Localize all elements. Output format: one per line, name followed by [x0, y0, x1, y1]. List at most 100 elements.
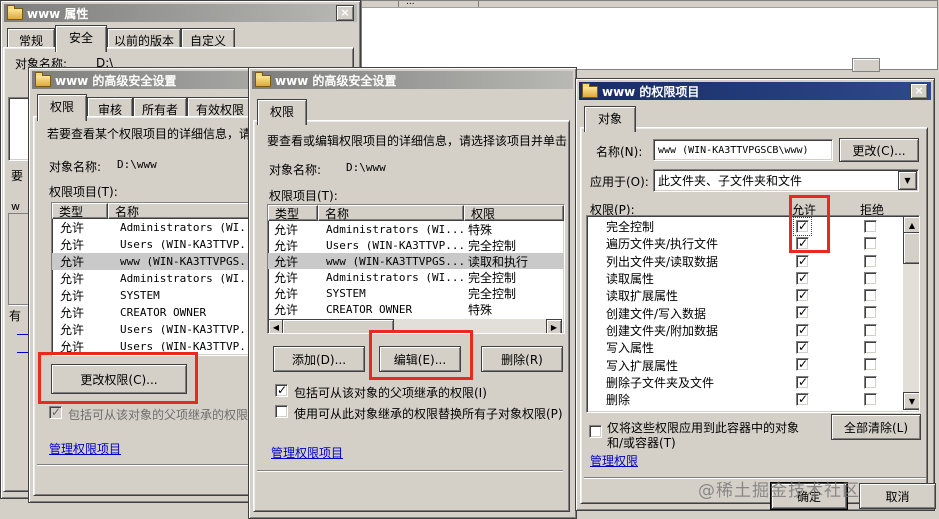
cancel-button[interactable]: 取消	[859, 483, 936, 509]
row-type: 允许	[52, 236, 108, 253]
background-column-label: ...	[406, 1, 415, 7]
tab-object[interactable]: 对象	[584, 106, 636, 132]
clear-all-button[interactable]: 全部清除(L)	[831, 414, 921, 440]
row-type: 允许	[52, 304, 108, 321]
inherit-checkbox[interactable]	[49, 406, 62, 419]
horizontal-scrollbar[interactable]: ◀ ▶	[268, 319, 562, 333]
permissions-list: 完全控制 遍历文件夹/执行文件 列出文件夹/读取数据 读取	[586, 215, 920, 413]
manage-permissions-link[interactable]: 管理权限	[590, 452, 638, 469]
scrollbar-thumb[interactable]	[282, 319, 394, 334]
permission-name: 写入扩展属性	[588, 357, 678, 374]
column-header-type[interactable]: 类型	[268, 205, 318, 221]
advanced2-table-header: 类型 名称 权限	[268, 205, 564, 221]
deny-checkbox[interactable]	[864, 289, 877, 302]
deny-checkbox[interactable]	[864, 220, 877, 233]
change-permissions-button[interactable]: 更改权限(C)...	[51, 364, 187, 394]
close-icon[interactable]: ×	[336, 5, 354, 21]
manage-permission-entries-link[interactable]: 管理权限项目	[49, 440, 121, 457]
allow-checkbox[interactable]	[796, 393, 809, 406]
apply-within-container-checkbox[interactable]	[589, 425, 602, 438]
deny-checkbox[interactable]	[864, 358, 877, 371]
advanced2-object-value: D:\www	[346, 161, 386, 174]
allow-checkbox[interactable]	[796, 324, 809, 337]
permission-name: 删除子文件夹及文件	[588, 374, 714, 391]
table-row[interactable]: 允许 Administrators (WI... 完全控制	[268, 269, 564, 285]
permission-row[interactable]: 创建文件/写入数据	[588, 304, 902, 321]
deny-checkbox[interactable]	[864, 341, 877, 354]
permission-row[interactable]: 完全控制	[588, 218, 902, 235]
allow-checkbox[interactable]	[796, 237, 809, 250]
deny-checkbox[interactable]	[864, 324, 877, 337]
permission-row[interactable]: 删除子文件夹及文件	[588, 374, 902, 391]
allow-checkbox[interactable]	[796, 255, 809, 268]
tab-permissions-1[interactable]: 权限	[37, 94, 87, 121]
deny-checkbox[interactable]	[864, 272, 877, 285]
allow-checkbox[interactable]	[796, 220, 809, 233]
row-name: SYSTEM	[318, 287, 464, 300]
tab-permissions-2[interactable]: 权限	[257, 99, 307, 125]
vertical-scrollbar[interactable]: ▲ ▼	[903, 216, 919, 410]
permission-row[interactable]: 列出文件夹/读取数据	[588, 253, 902, 270]
permissions-rows: 完全控制 遍历文件夹/执行文件 列出文件夹/读取数据 读取	[588, 218, 902, 408]
row-type: 允许	[52, 338, 108, 355]
permission-row[interactable]: 写入扩展属性	[588, 356, 902, 373]
replace-child-permissions-checkbox[interactable]	[275, 405, 288, 418]
entry-title: www 的权限项目	[602, 83, 699, 100]
name-field[interactable]: www (WIN-KA3TTVPGSCB\www)	[653, 139, 833, 161]
apply-within-container-label-line2: 和/或容器(T)	[607, 434, 676, 451]
allow-checkbox[interactable]	[796, 376, 809, 389]
remove-button[interactable]: 删除(R)	[481, 346, 563, 372]
column-header-name[interactable]: 名称	[318, 205, 464, 221]
folder-icon	[582, 86, 598, 98]
permission-row[interactable]: 删除	[588, 391, 902, 408]
edit-button[interactable]: 编辑(E)...	[379, 346, 461, 372]
manage-permission-entries-link[interactable]: 管理权限项目	[271, 444, 343, 461]
inherit-checkbox[interactable]	[275, 384, 288, 397]
deny-checkbox[interactable]	[864, 255, 877, 268]
deny-checkbox[interactable]	[864, 393, 877, 406]
row-type: 允许	[52, 219, 108, 236]
deny-checkbox[interactable]	[864, 237, 877, 250]
close-icon[interactable]: ×	[910, 83, 928, 99]
inherit-checkbox-label: 包括可从该对象的父项继承的权限	[68, 406, 248, 423]
tab-security[interactable]: 安全	[55, 25, 107, 52]
folder-icon	[35, 75, 51, 87]
deny-checkbox[interactable]	[864, 376, 877, 389]
properties-text-fragment: 要	[11, 167, 23, 184]
properties-link-fragment[interactable]	[17, 331, 28, 335]
table-row[interactable]: 允许 CREATOR OWNER 特殊	[268, 301, 564, 317]
apply-to-dropdown[interactable]: 此文件夹、子文件夹和文件 ▼	[653, 169, 919, 192]
advanced1-object-value: D:\www	[117, 158, 157, 171]
row-permission: 完全控制	[464, 269, 564, 286]
add-button[interactable]: 添加(D)...	[273, 346, 365, 372]
column-header-type[interactable]: 类型	[52, 203, 108, 219]
permission-row[interactable]: 读取属性	[588, 270, 902, 287]
table-row[interactable]: 允许 Administrators (WI... 特殊	[268, 221, 564, 237]
tab-permissions-1-label: 权限	[50, 98, 74, 115]
scroll-down-icon[interactable]: ▼	[903, 392, 920, 410]
scroll-right-icon[interactable]: ▶	[546, 319, 562, 334]
column-header-permission[interactable]: 权限	[464, 205, 564, 221]
advanced2-permission-table: 类型 名称 权限 允许 Administrators (WI... 特殊 允许 …	[267, 204, 565, 334]
table-row[interactable]: 允许 www (WIN-KA3TTVPGS... 读取和执行	[268, 253, 564, 269]
permission-row[interactable]: 创建文件夹/附加数据	[588, 322, 902, 339]
chevron-down-icon[interactable]: ▼	[898, 171, 917, 190]
background-column-separator	[398, 1, 399, 7]
allow-checkbox[interactable]	[796, 358, 809, 371]
permission-row[interactable]: 写入属性	[588, 339, 902, 356]
table-row[interactable]: 允许 SYSTEM 完全控制	[268, 285, 564, 301]
allow-checkbox[interactable]	[796, 306, 809, 319]
permission-name: 完全控制	[588, 218, 654, 235]
deny-checkbox[interactable]	[864, 306, 877, 319]
permission-row[interactable]: 遍历文件夹/执行文件	[588, 235, 902, 252]
row-type: 允许	[52, 287, 108, 304]
allow-checkbox[interactable]	[796, 341, 809, 354]
row-name: Administrators (WI...	[318, 223, 464, 236]
allow-checkbox[interactable]	[796, 272, 809, 285]
scrollbar-thumb[interactable]	[903, 232, 920, 264]
permission-row[interactable]: 读取扩展属性	[588, 287, 902, 304]
table-row[interactable]: 允许 Users (WIN-KA3TTVP... 完全控制	[268, 237, 564, 253]
properties-link-fragment[interactable]	[17, 349, 28, 353]
allow-checkbox[interactable]	[796, 289, 809, 302]
change-button[interactable]: 更改(C)...	[839, 138, 919, 162]
